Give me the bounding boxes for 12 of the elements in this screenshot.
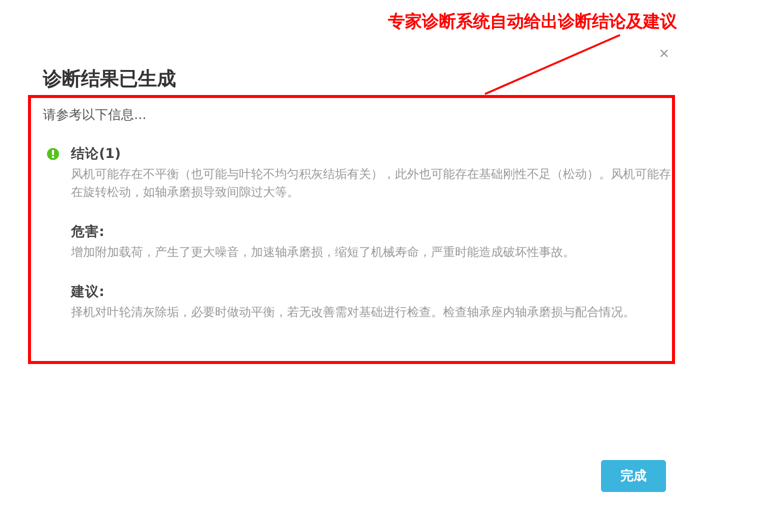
section-text: 择机对叶轮清灰除垢，必要时做动平衡，若无改善需对基础进行检查。检查轴承座内轴承磨损与配合情况。 xyxy=(70,304,636,321)
section-text: 增加附加载荷，产生了更大噪音，加速轴承磨损，缩短了机械寿命，严重时能造成破坏性事故。 xyxy=(70,244,576,261)
section-text: 风机可能存在不平衡（也可能与叶轮不均匀积灰结垢有关），此外也可能存在基础刚性不足（松动）。风机可能存在旋转松动，如轴承磨损导致间隙过大等。 xyxy=(70,166,671,201)
annotation-label: 专家诊断系统自动给出诊断结论及建议 xyxy=(388,11,677,33)
close-button[interactable]: × xyxy=(655,44,673,64)
dialog-title: 诊断结果已生成 xyxy=(42,67,177,92)
intro-text: 请参考以下信息... xyxy=(43,107,148,125)
done-button[interactable]: 完成 xyxy=(601,460,666,492)
section-heading: 结论(1) xyxy=(71,145,121,164)
section-heading: 建议: xyxy=(71,283,104,302)
alert-icon xyxy=(47,148,59,160)
section-heading: 危害: xyxy=(71,223,104,242)
